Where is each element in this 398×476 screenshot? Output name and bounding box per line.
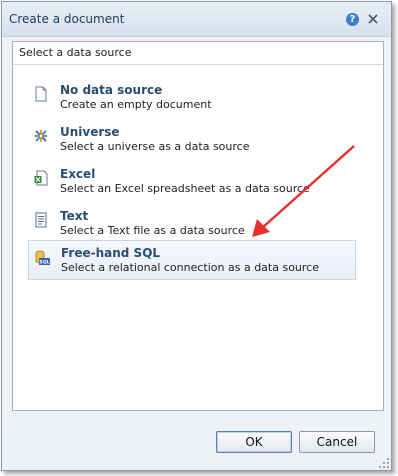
option-title: Universe [60, 125, 120, 139]
section-label: Select a data source [19, 46, 132, 59]
blank-document-icon [35, 86, 47, 102]
dialog-titlebar[interactable]: Create a document ? [2, 2, 391, 37]
create-document-dialog: Create a document ? Select a data source… [1, 1, 392, 471]
option-description: Select an Excel spreadsheet as a data so… [60, 182, 310, 195]
panel-header: Select a data source [13, 42, 383, 65]
option-description: Create an empty document [60, 98, 212, 111]
option-title: Free-hand SQL [61, 246, 161, 260]
option-description: Select a universe as a data source [60, 140, 250, 153]
close-icon[interactable] [366, 11, 380, 27]
resize-grip-icon[interactable] [378, 457, 390, 469]
dialog-title: Create a document [9, 12, 125, 26]
universe-icon [35, 130, 47, 142]
data-source-panel: Select a data source No data source Crea… [12, 41, 384, 411]
svg-text:SQL: SQL [39, 260, 49, 266]
option-universe[interactable]: Universe Select a universe as a data sou… [26, 122, 356, 162]
cancel-button[interactable]: Cancel [299, 431, 375, 453]
option-title: Text [60, 209, 89, 223]
ok-button[interactable]: OK [216, 431, 292, 453]
option-free-hand-sql[interactable]: SQL Free-hand SQL Select a relational co… [28, 240, 356, 280]
excel-icon [34, 170, 48, 186]
sql-icon: SQL [35, 250, 50, 266]
option-title: No data source [60, 83, 163, 97]
option-title: Excel [60, 167, 96, 181]
option-description: Select a Text file as a data source [60, 224, 245, 237]
option-excel[interactable]: Excel Select an Excel spreadsheet as a d… [26, 164, 356, 204]
option-no-data-source[interactable]: No data source Create an empty document [26, 80, 356, 120]
text-file-icon [35, 212, 47, 228]
option-description: Select a relational connection as a data… [61, 261, 319, 274]
help-icon[interactable]: ? [346, 13, 359, 26]
